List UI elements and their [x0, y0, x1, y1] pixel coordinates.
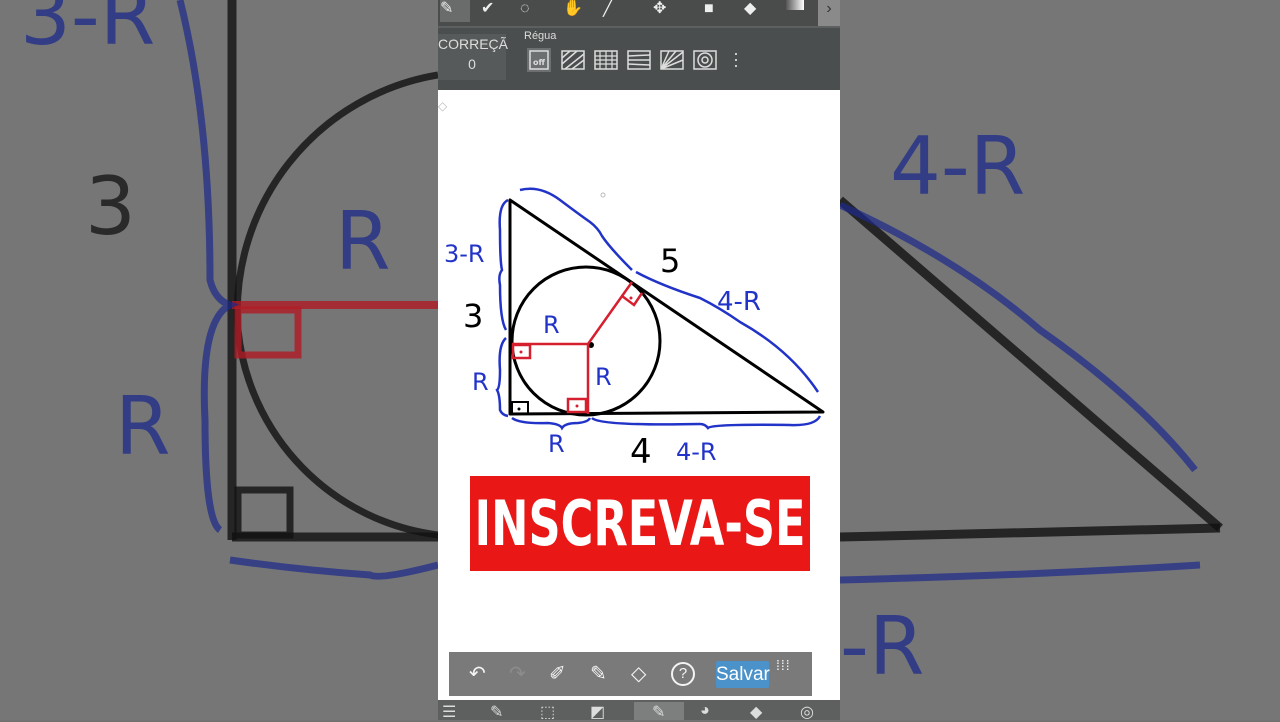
label-r-vertical: R	[595, 363, 612, 391]
edit-icon[interactable]: ✎	[490, 702, 503, 722]
shape-tool-icon[interactable]: ■	[704, 0, 714, 18]
gradient-tool-icon[interactable]	[786, 0, 804, 10]
ruler-label: Régua	[524, 30, 557, 42]
label-r-bottom: R	[548, 430, 565, 458]
subscribe-banner: INSCREVA-SE	[470, 476, 810, 571]
transform-icon[interactable]: ◩	[590, 702, 605, 722]
eraser-icon[interactable]: ◇	[631, 662, 646, 686]
canvas-handle-icon: ◇	[438, 99, 448, 113]
grid-menu-icon[interactable]: ⁞⁞⁞	[776, 658, 791, 672]
ruler-perspective-icon[interactable]	[627, 48, 651, 72]
bg-label-3: 3	[85, 160, 136, 253]
hand-tool-icon[interactable]: ✋	[563, 0, 583, 18]
redo-icon[interactable]: ↷	[509, 662, 526, 686]
ruler-off-button[interactable]: off	[527, 48, 551, 72]
selection-icon[interactable]: ⬚	[540, 702, 555, 722]
more-options-icon[interactable]: · · ·	[731, 44, 741, 74]
save-button[interactable]: Salvar	[716, 661, 770, 688]
inscribed-circle	[510, 265, 662, 417]
layers-icon[interactable]: ◆	[750, 702, 762, 722]
label-r-horizontal: R	[543, 311, 560, 339]
label-4: 4	[630, 432, 652, 472]
geometry-drawing: ◇ 3-R 3 R R R R 5 4-R 4 4-R	[438, 99, 825, 472]
label-4-minus-r-hyp: 4-R	[717, 287, 761, 317]
triangle	[508, 198, 825, 416]
lasso-tool-icon[interactable]: ◌	[520, 0, 530, 18]
correction-label: CORREÇÃ	[438, 36, 509, 52]
line-tool-icon[interactable]: ╱	[603, 0, 613, 18]
materials-icon[interactable]: ◎	[800, 702, 814, 722]
label-3: 3	[463, 297, 483, 335]
label-5: 5	[660, 242, 680, 280]
eyedropper-icon[interactable]: ✐	[549, 662, 566, 686]
bg-label-r2: R	[115, 380, 171, 473]
main-menu-bar: ☰ ✎ ⬚ ◩ ✎ ◕ ◆ ◎	[438, 700, 840, 722]
undo-icon[interactable]: ↶	[469, 662, 486, 686]
ruler-grid-icon[interactable]	[594, 48, 618, 72]
ruler-radial-icon[interactable]	[660, 48, 684, 72]
label-3-minus-r: 3-R	[444, 240, 485, 268]
background-drawing-left	[176, 0, 438, 580]
drawing-canvas[interactable]: ◇ 3-R 3 R R R R 5 4-R 4 4-R	[438, 90, 840, 698]
label-4-minus-r-bottom: 4-R	[676, 438, 717, 466]
subscribe-banner-text: INSCREVA-SE	[474, 487, 806, 560]
quick-toolbar: ↶ ↷ ✐ ✎ ◇ ? Salvar ⁞⁞⁞	[449, 652, 812, 696]
pen-tool-icon[interactable]: ✎	[440, 0, 470, 22]
correction-value: 0	[468, 56, 476, 72]
label-r-left: R	[472, 368, 489, 396]
palette-icon[interactable]: ◕	[700, 702, 710, 720]
bg-label-minus-r: -R	[840, 600, 925, 693]
brush-tab-icon[interactable]: ✎	[652, 702, 665, 722]
help-icon[interactable]: ?	[671, 662, 695, 686]
toolbar-scroll-right[interactable]: ›	[818, 0, 840, 26]
correction-button[interactable]: CORREÇÃ 0	[438, 34, 509, 80]
ruler-concentric-icon[interactable]	[693, 48, 717, 72]
radii-red	[511, 281, 644, 414]
tool-toolbar: ✎ ✔ ◌ ✋ ╱ ✥ ■ ◆ ›	[438, 0, 840, 26]
ruler-parallel-icon[interactable]	[561, 48, 585, 72]
ruler-toolbar: CORREÇÃ 0 Régua off · · ·	[438, 26, 840, 92]
bg-label-3-r: 3-R	[20, 0, 156, 63]
menu-icon[interactable]: ☰	[442, 702, 456, 722]
background-right: 4-R -R	[840, 0, 1280, 720]
move-tool-icon[interactable]: ✥	[653, 0, 666, 18]
app-screen: ✎ ✔ ◌ ✋ ╱ ✥ ■ ◆ › CORREÇÃ 0 Régua off · …	[438, 0, 840, 722]
bg-label-4-r: 4-R	[890, 120, 1026, 213]
bucket-tool-icon[interactable]: ◆	[744, 0, 756, 18]
bg-label-r1: R	[335, 195, 391, 288]
cursor-dot	[600, 192, 606, 198]
background-left: 3-R 3 R R	[0, 0, 438, 720]
check-tool-icon[interactable]: ✔	[481, 0, 494, 18]
ruler-off-text: off	[533, 58, 545, 67]
pencil-icon[interactable]: ✎	[590, 662, 607, 686]
